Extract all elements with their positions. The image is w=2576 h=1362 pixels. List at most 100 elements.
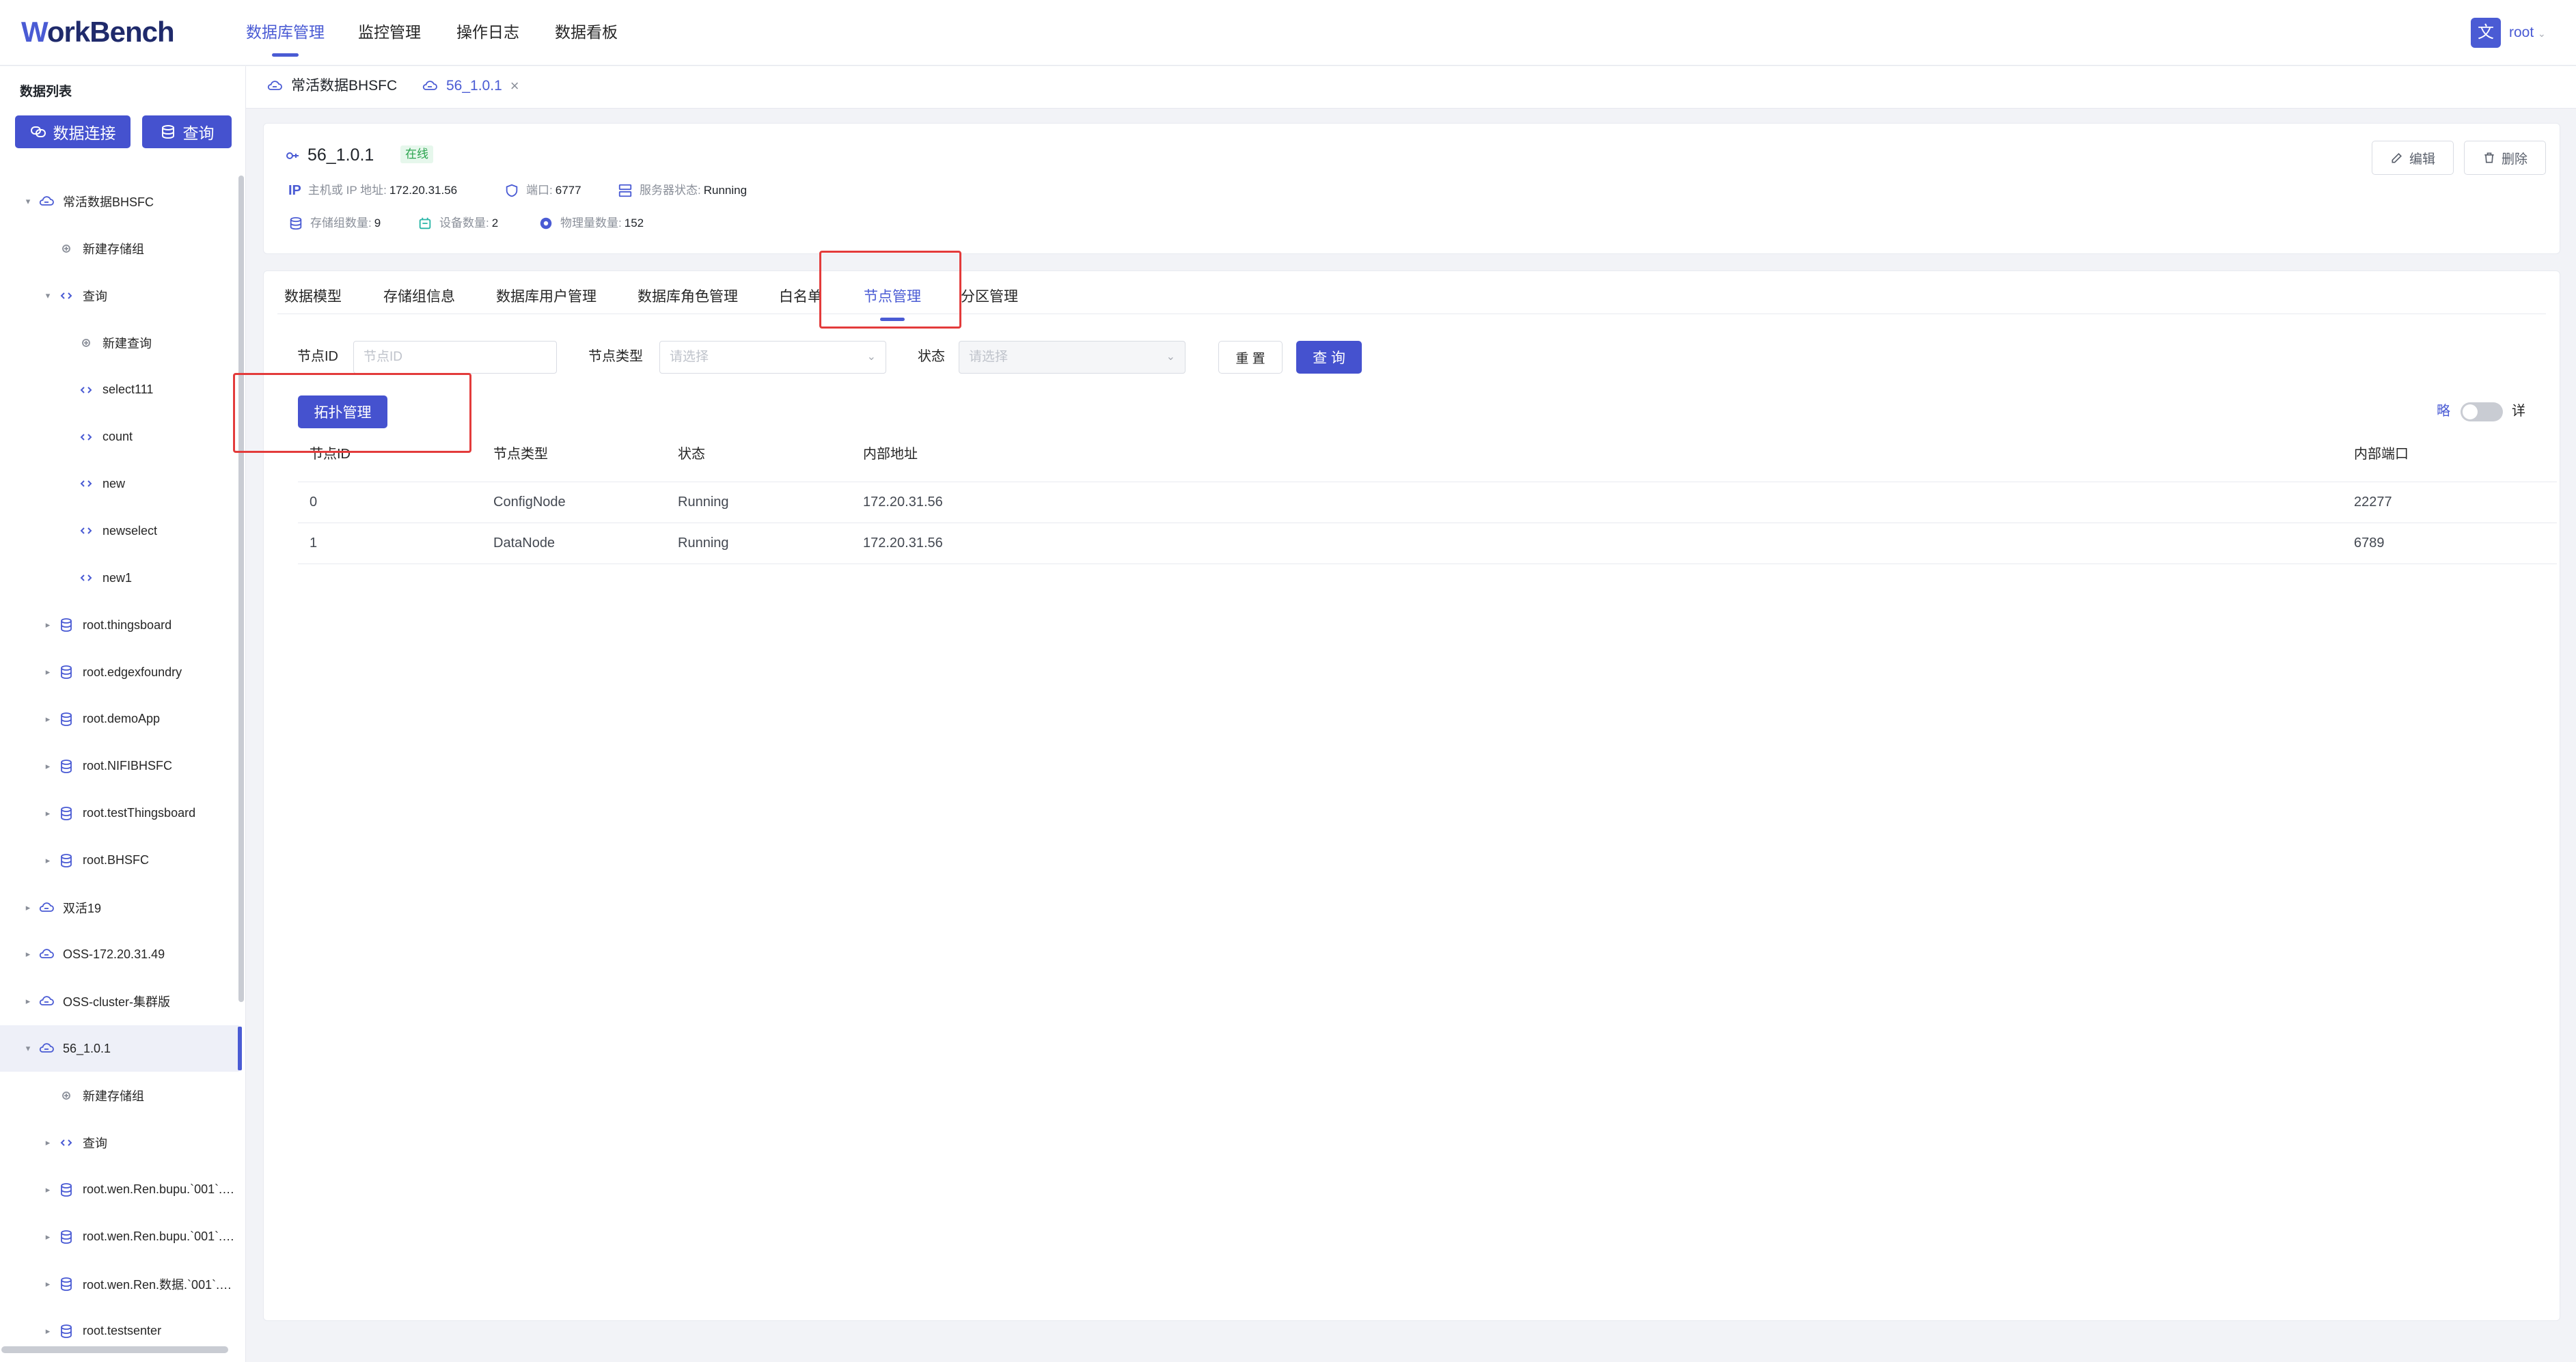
page-tab-bhsfc[interactable]: 常活数据BHSFC — [266, 76, 397, 96]
sidebar-tree-item[interactable]: select111 — [0, 367, 239, 413]
top-header: WorkBench 数据库管理 监控管理 操作日志 数据看板 文 root ⌄ — [0, 0, 2576, 66]
sidebar-tree-item[interactable]: ▾ 56_1.0.1 — [0, 1025, 242, 1072]
sidebar-tree-item[interactable]: 新建查询 — [0, 320, 239, 366]
tab-whitelist[interactable]: 白名单 — [779, 286, 822, 308]
caret-right-icon[interactable]: ▸ — [42, 1326, 54, 1337]
caret-right-icon[interactable]: ▸ — [42, 855, 54, 866]
caret-right-icon[interactable]: ▸ — [42, 761, 54, 772]
sidebar-tree-item[interactable]: ▸ root.testThingsboard — [0, 790, 239, 837]
sidebar-tree-item[interactable]: ▸ root.BHSFC — [0, 837, 239, 884]
caret-right-icon[interactable]: ▸ — [22, 902, 34, 913]
tab-db-role-management[interactable]: 数据库角色管理 — [638, 286, 738, 308]
caret-down-icon[interactable]: ▾ — [22, 1043, 34, 1054]
database-icon — [58, 805, 74, 822]
sidebar-tree-item[interactable]: 新建存储组 — [0, 225, 239, 272]
highlight-box-node-tab — [819, 251, 961, 329]
caret-right-icon[interactable]: ▸ — [42, 1184, 54, 1195]
sidebar-tree-label: 新建查询 — [102, 336, 152, 350]
column-header: 内部地址 — [863, 447, 918, 462]
nav-data-dashboard[interactable]: 数据看板 — [555, 20, 618, 44]
user-menu[interactable]: root ⌄ — [2509, 23, 2546, 44]
sidebar-query-button[interactable]: 查询 — [142, 115, 232, 148]
caret-right-icon[interactable]: ▸ — [42, 620, 54, 630]
sidebar-tree-item[interactable]: ▸ 查询 — [0, 1120, 239, 1166]
tab-storage-group-info[interactable]: 存储组信息 — [383, 286, 455, 308]
sidebar-scrollbar-horizontal[interactable] — [1, 1346, 228, 1353]
page-tabs: 常活数据BHSFC 56_1.0.1 × — [246, 66, 2576, 109]
sidebar-tree-label: OSS-172.20.31.49 — [63, 947, 165, 961]
status-select[interactable]: 请选择 ⌄ — [959, 341, 1186, 374]
sidebar-tree-item[interactable]: ▸ root.edgexfoundry — [0, 649, 239, 695]
data-connect-button[interactable]: 数据连接 — [15, 115, 131, 148]
delete-button[interactable]: 删除 — [2464, 141, 2546, 175]
server-status-meta: 服务器状态: Running — [618, 182, 747, 199]
sidebar-tree-item[interactable]: ▸ OSS-cluster-集群版 — [0, 978, 239, 1025]
caret-right-icon[interactable]: ▸ — [42, 808, 54, 819]
instance-name: 56_1.0.1 — [307, 145, 374, 165]
caret-down-icon[interactable]: ▾ — [42, 290, 54, 301]
trash-icon — [2484, 152, 2494, 163]
sidebar-tree-item[interactable]: new1 — [0, 555, 239, 601]
search-button[interactable]: 查 询 — [1296, 341, 1362, 374]
tab-data-model[interactable]: 数据模型 — [284, 286, 342, 308]
sidebar-tree-item[interactable]: ▸ root.wen.Ren.bupu.`001`.… — [0, 1214, 239, 1260]
sidebar-tree-label: 新建存储组 — [83, 242, 144, 256]
cell-status: Running — [678, 495, 729, 510]
sidebar-tree-item[interactable]: ▸ root.NIFIBHSFC — [0, 743, 239, 790]
sidebar-tree-item[interactable]: count — [0, 414, 239, 460]
plus-icon — [58, 240, 74, 257]
nav-database-management[interactable]: 数据库管理 — [246, 20, 325, 57]
page-tab-56-1-0-1[interactable]: 56_1.0.1 × — [422, 76, 519, 96]
sidebar-tree-item[interactable]: ▸ root.wen.Ren.数据.`001`.A… — [0, 1261, 239, 1307]
caret-right-icon[interactable]: ▸ — [42, 1137, 54, 1148]
column-header: 节点类型 — [493, 447, 548, 462]
connection-icon — [286, 152, 299, 159]
measurements-meta: 物理量数量: 152 — [538, 214, 644, 232]
caret-right-icon[interactable]: ▸ — [22, 949, 34, 960]
sidebar-tree-item[interactable]: ▸ root.wen.Ren.bupu.`001`.… — [0, 1167, 239, 1213]
caret-right-icon[interactable]: ▸ — [42, 1232, 54, 1242]
sidebar-tree-label: OSS-cluster-集群版 — [63, 995, 171, 1010]
caret-right-icon[interactable]: ▸ — [22, 996, 34, 1007]
node-id-input[interactable]: 节点ID — [353, 341, 557, 374]
sidebar-tree-item[interactable]: ▸ root.thingsboard — [0, 602, 239, 648]
sidebar-tree-item[interactable]: ▸ 双活19 — [0, 885, 239, 931]
sidebar-tree-label: root.edgexfoundry — [83, 665, 182, 679]
nav-operation-log[interactable]: 操作日志 — [456, 20, 519, 44]
node-type-label: 节点类型 — [588, 349, 643, 364]
sidebar-tree-label: new1 — [102, 570, 133, 585]
edit-button[interactable]: 编辑 — [2372, 141, 2454, 175]
cloud-db-icon — [38, 946, 55, 962]
sidebar-tree-item[interactable]: newselect — [0, 508, 239, 554]
translate-icon[interactable]: 文 — [2471, 18, 2501, 48]
database-icon — [58, 1323, 74, 1339]
sidebar-tree-item[interactable]: ▾ 查询 — [0, 273, 239, 319]
toggle-brief-label: 略 — [2437, 404, 2450, 419]
host-meta: IP 主机或 IP 地址: 172.20.31.56 — [288, 183, 458, 198]
sidebar-tree-label: root.testsenter — [83, 1324, 162, 1338]
node-type-select[interactable]: 请选择 ⌄ — [659, 341, 886, 374]
tab-db-user-management[interactable]: 数据库用户管理 — [496, 286, 597, 308]
cell-internal-port: 6789 — [2354, 536, 2385, 551]
tab-partition-management[interactable]: 分区管理 — [961, 286, 1018, 308]
sidebar: 数据列表 数据连接 查询 ▾ 常活数据BHSFC 新建存储组 ▾ 查询 新建查询 selec… — [0, 66, 246, 1362]
sidebar-tree-item[interactable]: ▸ root.demoApp — [0, 696, 239, 742]
sidebar-tree-item[interactable]: 新建存储组 — [0, 1072, 239, 1119]
sidebar-tree-item[interactable]: new — [0, 460, 239, 507]
sidebar-scrollbar-vertical[interactable] — [238, 176, 244, 1002]
detail-toggle[interactable] — [2461, 402, 2503, 421]
sidebar-tree-label: 常活数据BHSFC — [63, 195, 154, 209]
reset-button[interactable]: 重 置 — [1218, 341, 1283, 374]
sidebar-tree-item[interactable]: ▾ 常活数据BHSFC — [0, 178, 239, 225]
caret-right-icon[interactable]: ▸ — [42, 667, 54, 678]
sidebar-tree-label: root.BHSFC — [83, 853, 150, 867]
nav-monitor-management[interactable]: 监控管理 — [358, 20, 421, 44]
sidebar-tree-label: root.demoApp — [83, 712, 161, 726]
close-icon[interactable]: × — [510, 76, 519, 96]
workbench-logo[interactable]: WorkBench — [21, 15, 175, 49]
sidebar-tree-item[interactable]: ▸ OSS-172.20.31.49 — [0, 931, 239, 977]
caret-right-icon[interactable]: ▸ — [42, 1279, 54, 1290]
caret-down-icon[interactable]: ▾ — [22, 196, 34, 207]
caret-right-icon[interactable]: ▸ — [42, 714, 54, 725]
database-icon — [58, 664, 74, 680]
